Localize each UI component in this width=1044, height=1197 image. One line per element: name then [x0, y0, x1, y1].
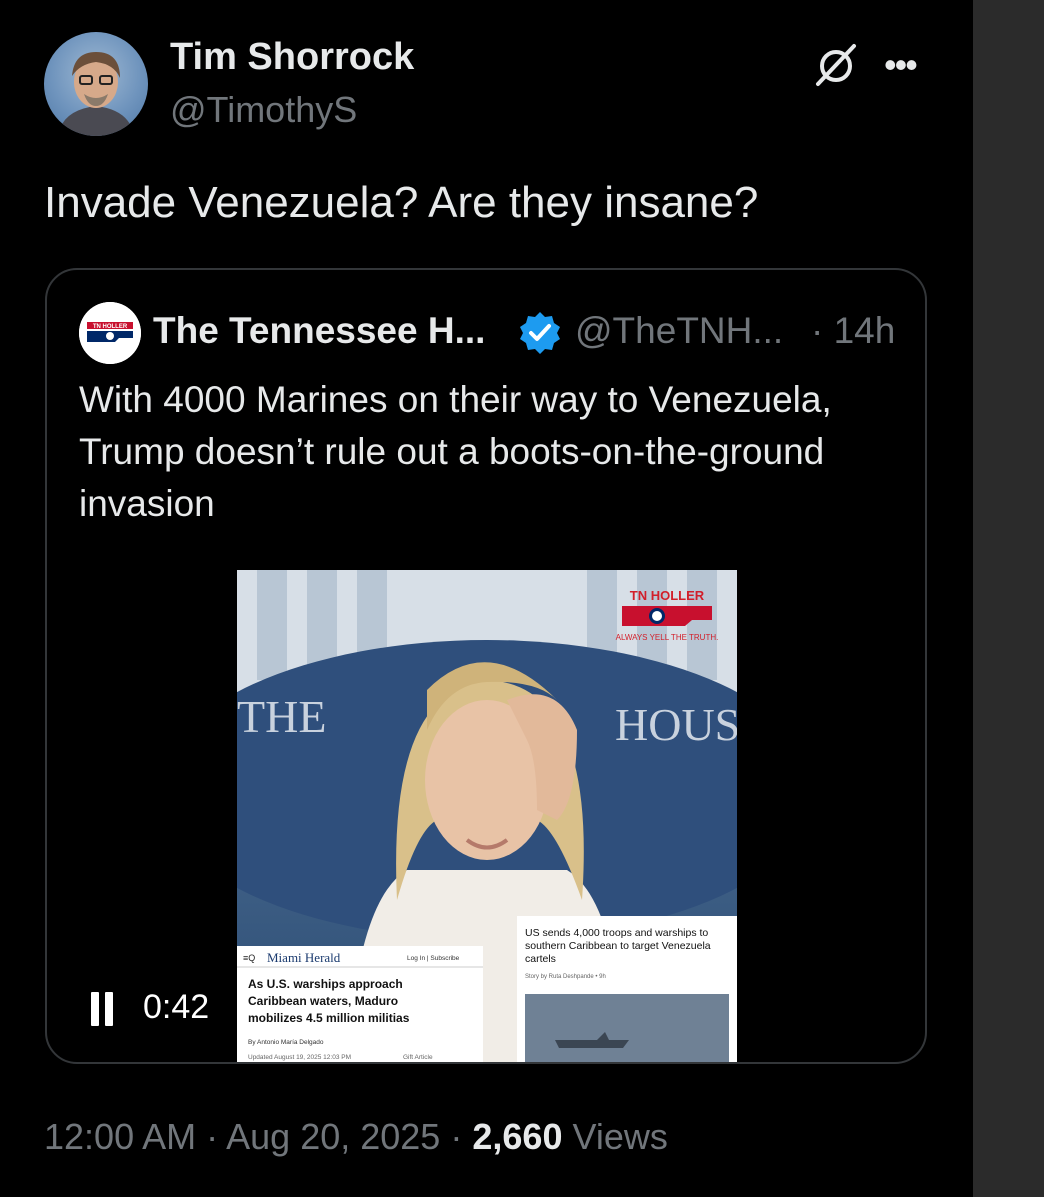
quoted-author-avatar[interactable]: TN HOLLER: [79, 302, 141, 364]
author-display-name[interactable]: Tim Shorrock: [170, 36, 414, 79]
menu-search-icon: ≡Q: [243, 953, 255, 963]
quoted-avatar-logo: TN HOLLER: [93, 324, 128, 330]
more-icon[interactable]: •••: [884, 44, 918, 86]
video-duration: 0:42: [143, 988, 210, 1026]
meta-separator: ·: [206, 1116, 219, 1157]
watermark-tagline: ALWAYS YELL THE TRUTH.: [616, 633, 719, 642]
article-left-nav: Log In | Subscribe: [407, 955, 460, 962]
tweet-time[interactable]: 12:00 AM: [44, 1116, 196, 1157]
headline-line: As U.S. warships approach: [248, 977, 403, 991]
author-avatar[interactable]: [44, 32, 148, 136]
quoted-timestamp[interactable]: · 14h: [811, 310, 895, 352]
verified-badge-icon: [520, 312, 560, 354]
video-player[interactable]: THE HOUS TN HOLLER ALWAYS YELL THE TRUTH…: [237, 570, 737, 1062]
quoted-tweet-text: With 4000 Marines on their way to Venezu…: [79, 379, 832, 524]
watermark-title: TN HOLLER: [630, 588, 705, 603]
views-label[interactable]: Views: [572, 1116, 667, 1157]
article-left-gift: Gift Article: [403, 1054, 433, 1061]
article-card-left: ≡Q Miami Herald Log In | Subscribe As U.…: [237, 946, 483, 1062]
pause-icon[interactable]: [91, 992, 121, 1026]
article-left-byline: By Antonio María Delgado: [248, 1039, 324, 1046]
tweet-meta: 12:00 AM · Aug 20, 2025 · 2,660 Views: [44, 1116, 668, 1158]
quoted-author-handle[interactable]: @TheTNH...: [575, 310, 783, 352]
article-left-headline: As U.S. warships approach Caribbean water…: [248, 977, 410, 1025]
headline-line: southern Caribbean to target Venezuela: [525, 940, 711, 952]
headline-line: cartels: [525, 953, 556, 965]
backdrop-text-left: THE: [237, 691, 326, 742]
quoted-author-name[interactable]: The Tennessee H...: [153, 310, 485, 352]
quoted-tweet-card[interactable]: TN HOLLER The Tennessee H... @TheTNH... …: [45, 268, 927, 1064]
headline-line: Caribbean waters, Maduro: [248, 994, 398, 1008]
meta-separator: ·: [450, 1116, 463, 1157]
backdrop-text-right: HOUS: [615, 699, 737, 750]
article-left-updated: Updated August 19, 2025 12:03 PM: [248, 1054, 351, 1061]
miami-herald-masthead: Miami Herald: [267, 950, 341, 965]
grok-icon[interactable]: [812, 40, 860, 88]
headline-line: mobilizes 4.5 million militias: [248, 1011, 410, 1025]
author-handle[interactable]: @TimothyS: [170, 89, 357, 131]
article-card-right: US sends 4,000 troops and warships to sou…: [517, 916, 737, 1062]
tweet-text: Invade Venezuela? Are they insane?: [44, 178, 759, 227]
article-right-byline: Story by Ruta Deshpande • 9h: [525, 974, 606, 980]
sidebar-strip: [973, 0, 1044, 1197]
headline-line: US sends 4,000 troops and warships to: [525, 927, 708, 939]
views-count[interactable]: 2,660: [472, 1116, 562, 1157]
tweet-date[interactable]: Aug 20, 2025: [226, 1116, 440, 1157]
